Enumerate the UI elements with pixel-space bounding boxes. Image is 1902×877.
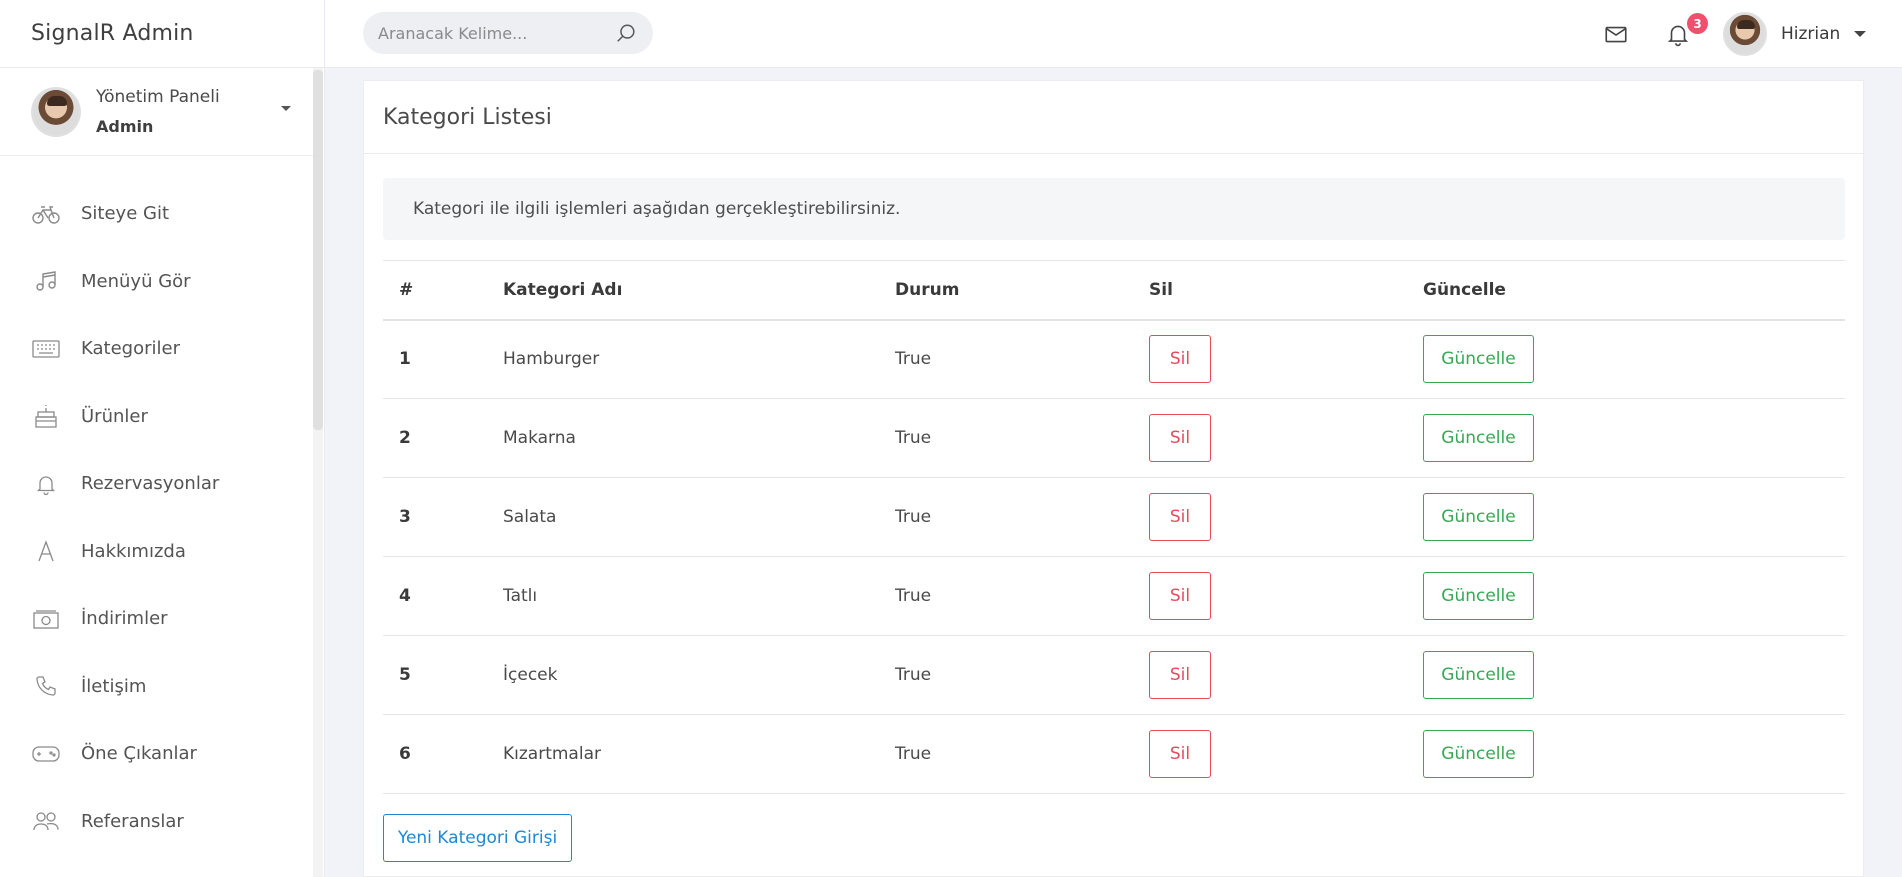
row-status: True [895, 349, 932, 370]
letter-a-icon [31, 536, 61, 566]
row-id: 4 [399, 586, 411, 606]
search-input[interactable] [378, 23, 615, 43]
table-row: 1 Hamburger True Sil Güncelle [383, 320, 1845, 399]
row-category-name: Salata [503, 507, 557, 527]
delete-button[interactable]: Sil [1149, 335, 1211, 384]
new-category-button[interactable]: Yeni Kategori Girişi [383, 814, 572, 862]
bell-icon [31, 469, 61, 499]
row-id: 3 [399, 507, 411, 527]
update-button[interactable]: Güncelle [1423, 493, 1534, 541]
row-id: 6 [399, 744, 411, 764]
sidebar-profile[interactable]: Yönetim Paneli Admin [0, 68, 313, 156]
table-header-row: # Kategori Adı Durum Sil Güncelle [383, 260, 1845, 320]
mail-icon[interactable] [1601, 19, 1631, 49]
sidebar: Yönetim Paneli Admin Siteye Git Menüyü G… [0, 68, 325, 877]
table-row: 6 Kızartmalar True Sil Güncelle [383, 715, 1845, 794]
sidebar-scrollbar-thumb[interactable] [313, 70, 323, 430]
sidebar-item-label: Hakkımızda [81, 540, 186, 562]
column-header-status: Durum [895, 279, 960, 300]
page-title: Kategori Listesi [364, 81, 1863, 154]
sidebar-item-menuyu-gor[interactable]: Menüyü Gör [0, 248, 324, 316]
sidebar-item-label: İletişim [81, 675, 147, 697]
sidebar-item-referanslar[interactable]: Referanslar [0, 788, 324, 856]
sidebar-item-label: İndirimler [81, 608, 168, 630]
row-category-name: Hamburger [503, 349, 600, 370]
sidebar-item-hakkimizda[interactable]: Hakkımızda [0, 518, 324, 586]
sidebar-item-label: Menüyü Gör [81, 270, 191, 292]
row-category-name: Tatlı [503, 586, 538, 606]
category-list-card: Kategori Listesi Kategori ile ilgili işl… [363, 80, 1864, 877]
money-icon [31, 604, 61, 634]
sidebar-item-siteye-git[interactable]: Siteye Git [0, 180, 324, 248]
sidebar-item-label: Referanslar [81, 810, 184, 832]
row-status: True [895, 744, 932, 764]
music-note-icon [31, 266, 61, 296]
update-button[interactable]: Güncelle [1423, 335, 1534, 384]
search-box [363, 12, 653, 54]
chevron-down-icon [1854, 31, 1867, 37]
phone-icon [31, 671, 61, 701]
profile-avatar [31, 86, 81, 137]
sidebar-menu: Siteye Git Menüyü Gör Kategoriler Ürünle… [0, 156, 324, 855]
keyboard-icon [31, 334, 61, 364]
row-category-name: Kızartmalar [503, 744, 601, 764]
sidebar-item-label: Rezervasyonlar [81, 473, 220, 495]
profile-role: Admin [96, 116, 154, 136]
user-menu[interactable]: Hizrian [1723, 12, 1867, 56]
users-icon [31, 806, 61, 836]
update-button[interactable]: Güncelle [1423, 414, 1534, 462]
delete-button[interactable]: Sil [1149, 730, 1211, 778]
sidebar-item-label: Öne Çıkanlar [81, 743, 197, 765]
sidebar-item-indirimler[interactable]: İndirimler [0, 585, 324, 653]
update-button[interactable]: Güncelle [1423, 730, 1534, 778]
bicycle-icon [31, 199, 61, 229]
column-header-id: # [399, 279, 414, 300]
row-id: 1 [399, 349, 411, 370]
sidebar-item-kategoriler[interactable]: Kategoriler [0, 315, 324, 383]
table-row: 4 Tatlı True Sil Güncelle [383, 557, 1845, 636]
table-row: 5 İçecek True Sil Güncelle [383, 636, 1845, 715]
delete-button[interactable]: Sil [1149, 414, 1211, 462]
sidebar-item-urunler[interactable]: Ürünler [0, 383, 324, 451]
update-button[interactable]: Güncelle [1423, 572, 1534, 620]
delete-button[interactable]: Sil [1149, 651, 1211, 699]
sidebar-item-iletisim[interactable]: İletişim [0, 653, 324, 721]
brand-logo[interactable]: SignalR Admin [0, 0, 325, 68]
delete-button[interactable]: Sil [1149, 493, 1211, 541]
notification-badge: 3 [1687, 13, 1708, 34]
update-button[interactable]: Güncelle [1423, 651, 1534, 699]
row-id: 2 [399, 428, 411, 448]
delete-button[interactable]: Sil [1149, 572, 1211, 620]
top-navbar: SignalR Admin 3 Hizrian [0, 0, 1902, 68]
profile-title: Yönetim Paneli [96, 86, 220, 107]
row-category-name: İçecek [503, 665, 558, 685]
cake-icon [31, 401, 61, 431]
user-name: Hizrian [1781, 24, 1841, 44]
row-status: True [895, 428, 932, 448]
sidebar-item-one-cikanlar[interactable]: Öne Çıkanlar [0, 720, 324, 788]
row-status: True [895, 665, 932, 685]
info-banner: Kategori ile ilgili işlemleri aşağıdan g… [383, 178, 1845, 240]
row-status: True [895, 586, 932, 606]
sidebar-item-label: Siteye Git [81, 203, 170, 225]
gamepad-icon [31, 739, 61, 769]
category-table: # Kategori Adı Durum Sil Güncelle 1 Hamb… [383, 260, 1845, 794]
table-row: 3 Salata True Sil Güncelle [383, 478, 1845, 557]
sidebar-item-label: Kategoriler [81, 338, 180, 360]
row-id: 5 [399, 665, 411, 685]
row-category-name: Makarna [503, 428, 576, 448]
column-header-name: Kategori Adı [503, 279, 623, 300]
table-row: 2 Makarna True Sil Güncelle [383, 399, 1845, 478]
row-status: True [895, 507, 932, 527]
column-header-update: Güncelle [1423, 279, 1506, 300]
search-icon[interactable] [615, 22, 637, 44]
user-avatar [1723, 12, 1767, 56]
chevron-down-icon[interactable] [281, 106, 291, 111]
column-header-delete: Sil [1149, 279, 1173, 300]
sidebar-item-rezervasyonlar[interactable]: Rezervasyonlar [0, 450, 324, 518]
sidebar-item-label: Ürünler [81, 405, 148, 427]
